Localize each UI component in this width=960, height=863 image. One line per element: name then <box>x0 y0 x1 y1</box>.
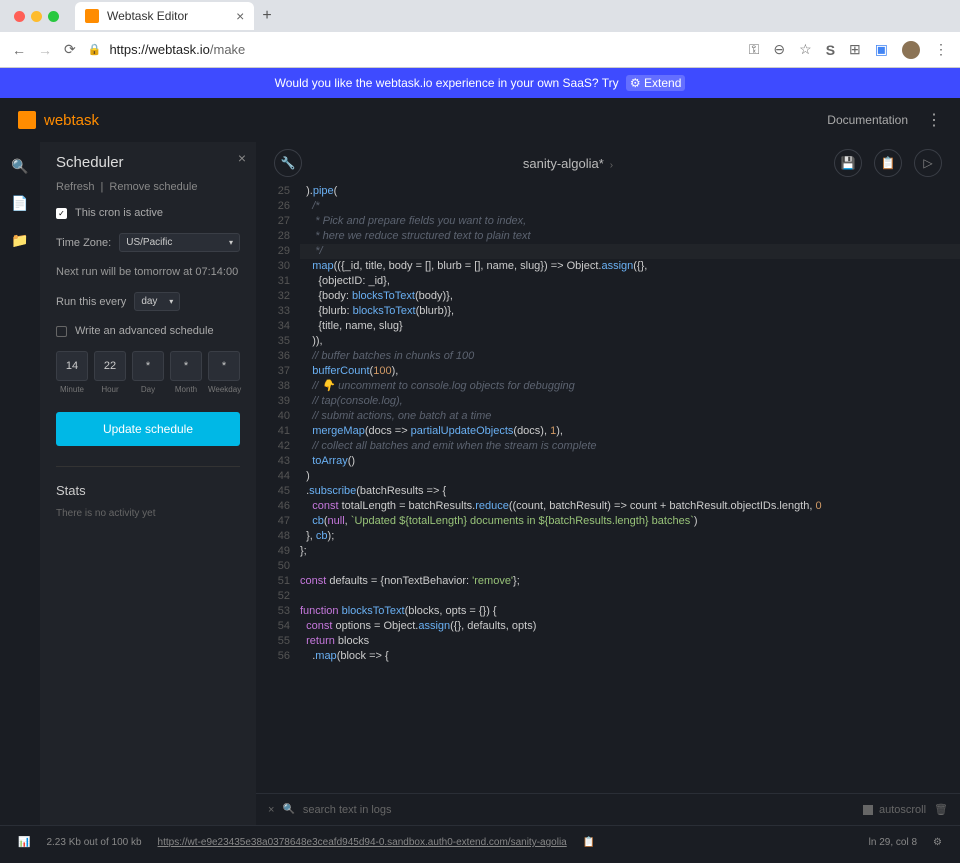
remove-schedule-link[interactable]: Remove schedule <box>109 181 197 193</box>
panel-title: Scheduler <box>56 154 240 171</box>
close-window[interactable] <box>14 11 25 22</box>
extend-link[interactable]: ⚙ Extend <box>626 75 685 91</box>
tab-close-icon[interactable]: × <box>236 8 244 24</box>
stats-body: There is no activity yet <box>56 508 240 519</box>
advanced-label: Write an advanced schedule <box>75 325 214 337</box>
logo-icon <box>18 111 36 129</box>
main-area: 🔍 📄 📁 × Scheduler Refresh | Remove sched… <box>0 142 960 825</box>
folder-icon[interactable]: 📁 <box>11 232 28 249</box>
browser-tab[interactable]: Webtask Editor × <box>75 2 254 30</box>
add-file-icon[interactable]: 📄 <box>11 195 28 212</box>
star-icon[interactable]: ☆ <box>799 41 812 58</box>
close-icon[interactable]: × <box>238 150 246 166</box>
chevron-down-icon: ▾ <box>229 238 233 247</box>
cron-minute[interactable]: 14 <box>56 351 88 381</box>
tab-bar: Webtask Editor × + <box>0 0 960 32</box>
chevron-down-icon: ▾ <box>169 297 173 306</box>
trash-icon[interactable]: 🗑 <box>934 803 948 816</box>
address-bar: ← → ⟳ 🔒 https://webtask.io/make ⚿ ⊖ ☆ S … <box>0 32 960 68</box>
app-menu-icon[interactable]: ⋮ <box>926 110 942 130</box>
next-run-text: Next run will be tomorrow at 07:14:00 <box>56 266 240 278</box>
minimize-window[interactable] <box>31 11 42 22</box>
checkbox-icon <box>863 805 873 815</box>
tab-title: Webtask Editor <box>107 9 188 23</box>
every-label: Run this every <box>56 296 126 308</box>
cron-labels: Minute Hour Day Month Weekday <box>56 385 240 394</box>
advanced-checkbox[interactable] <box>56 326 67 337</box>
logs-button[interactable]: 📋 <box>874 149 902 177</box>
cron-month[interactable]: * <box>170 351 202 381</box>
chevron-right-icon: › <box>610 160 613 171</box>
reload-button[interactable]: ⟳ <box>64 41 76 58</box>
file-title[interactable]: sanity-algolia*› <box>314 156 822 171</box>
logo[interactable]: webtask <box>18 111 99 129</box>
save-button[interactable]: 💾 <box>834 149 862 177</box>
url-host: https://webtask.io <box>109 42 209 57</box>
profile-avatar[interactable] <box>902 41 920 59</box>
gear-icon[interactable]: ⚙ <box>933 837 942 848</box>
back-button[interactable]: ← <box>12 42 26 58</box>
url-path: /make <box>210 42 245 57</box>
code-editor[interactable]: 2526272829303132333435363738394041424344… <box>256 184 960 793</box>
activity-bar: 🔍 📄 📁 <box>0 142 40 825</box>
new-tab-button[interactable]: + <box>262 7 271 25</box>
cron-weekday[interactable]: * <box>208 351 240 381</box>
log-search-input[interactable]: search text in logs <box>303 804 855 816</box>
ext-grid-icon[interactable]: ⊞ <box>849 41 861 58</box>
tz-select[interactable]: US/Pacific ▾ <box>119 233 240 252</box>
close-logs-icon[interactable]: × <box>268 804 274 816</box>
search-icon: 🔍 <box>282 804 294 815</box>
editor-pane: 🔧 sanity-algolia*› 💾 📋 ▷ 252627282930313… <box>256 142 960 825</box>
lock-icon: 🔒 <box>88 43 102 56</box>
webtask-url[interactable]: https://wt-e9e23435e38a0378648e3ceafd945… <box>158 837 567 848</box>
status-bar: 📊 2.23 Kb out of 100 kb https://wt-e9e23… <box>0 825 960 859</box>
size-text: 2.23 Kb out of 100 kb <box>46 837 141 848</box>
toolbar-icons: ⚿ ⊖ ☆ S ⊞ ▣ ⋮ <box>749 41 948 59</box>
active-checkbox[interactable]: ✓ <box>56 208 67 219</box>
stats-header: Stats <box>56 466 240 498</box>
refresh-link[interactable]: Refresh <box>56 181 95 193</box>
search-icon[interactable]: 🔍 <box>11 158 28 175</box>
autoscroll-toggle[interactable]: autoscroll <box>863 804 926 816</box>
favicon <box>85 9 99 23</box>
every-select[interactable]: day ▾ <box>134 292 180 311</box>
settings-button[interactable]: 🔧 <box>274 149 302 177</box>
url-field[interactable]: 🔒 https://webtask.io/make <box>88 42 737 57</box>
maximize-window[interactable] <box>48 11 59 22</box>
run-button[interactable]: ▷ <box>914 149 942 177</box>
update-schedule-button[interactable]: Update schedule <box>56 412 240 446</box>
forward-button[interactable]: → <box>38 42 52 58</box>
documentation-link[interactable]: Documentation <box>827 113 908 127</box>
size-meter-icon: 📊 <box>18 837 30 848</box>
zoom-icon[interactable]: ⊖ <box>773 41 785 58</box>
cursor-position: ln 29, col 8 <box>869 837 917 848</box>
browser-chrome: Webtask Editor × + ← → ⟳ 🔒 https://webta… <box>0 0 960 68</box>
scheduler-panel: × Scheduler Refresh | Remove schedule ✓ … <box>40 142 256 825</box>
log-bar: × 🔍 search text in logs autoscroll 🗑 <box>256 793 960 825</box>
active-label: This cron is active <box>75 207 163 219</box>
ext-box-icon[interactable]: ▣ <box>875 41 888 58</box>
ext-s-icon[interactable]: S <box>826 42 835 58</box>
key-icon[interactable]: ⚿ <box>749 41 760 58</box>
copy-icon[interactable]: 📋 <box>583 837 595 848</box>
app-header: webtask Documentation ⋮ <box>0 98 960 142</box>
logo-text: webtask <box>44 112 99 129</box>
banner-text: Would you like the webtask.io experience… <box>275 76 619 90</box>
promo-banner: Would you like the webtask.io experience… <box>0 68 960 98</box>
cron-day[interactable]: * <box>132 351 164 381</box>
overflow-menu-icon[interactable]: ⋮ <box>934 41 948 58</box>
tz-label: Time Zone: <box>56 237 111 249</box>
cron-inputs: 14 22 * * * <box>56 351 240 381</box>
editor-header: 🔧 sanity-algolia*› 💾 📋 ▷ <box>256 142 960 184</box>
cron-hour[interactable]: 22 <box>94 351 126 381</box>
window-controls <box>14 11 59 22</box>
